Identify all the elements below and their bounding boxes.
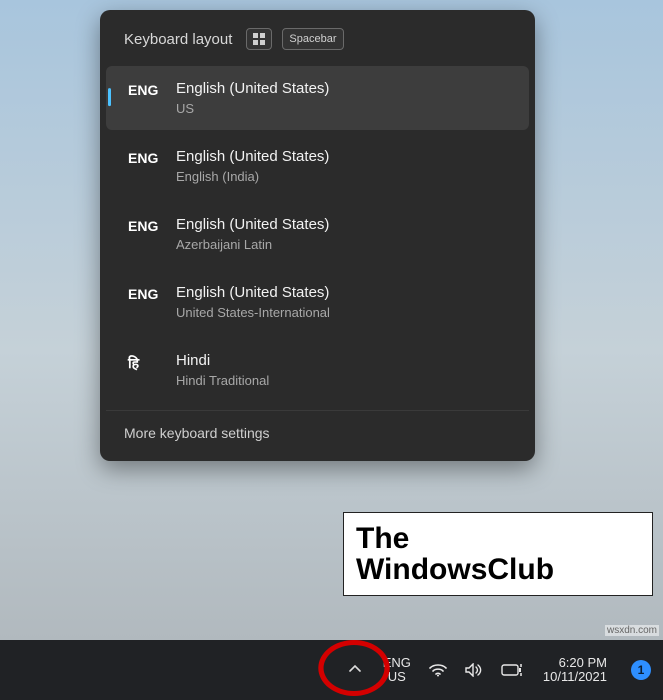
lang-sub: US — [176, 101, 329, 116]
watermark-line1: The — [356, 523, 640, 555]
battery-charging-icon[interactable] — [499, 660, 525, 680]
lang-text: English (United States) English (India) — [176, 148, 329, 184]
keyboard-layout-flyout: Keyboard layout Spacebar ENG English (Un… — [100, 10, 535, 461]
lang-code: ENG — [116, 284, 176, 302]
lang-sub: Azerbaijani Latin — [176, 237, 329, 252]
lang-text: English (United States) United States-In… — [176, 284, 330, 320]
lang-sub: English (India) — [176, 169, 329, 184]
layout-item-us[interactable]: ENG English (United States) US — [106, 66, 529, 130]
layout-item-english-india[interactable]: ENG English (United States) English (Ind… — [106, 134, 529, 198]
attribution-text: wsxdn.com — [605, 625, 659, 636]
layout-item-hindi[interactable]: हि Hindi Hindi Traditional — [106, 338, 529, 402]
layout-item-us-international[interactable]: ENG English (United States) United State… — [106, 270, 529, 334]
layout-item-azerbaijani[interactable]: ENG English (United States) Azerbaijani … — [106, 202, 529, 266]
tray-lang-sub: US — [388, 670, 406, 684]
lang-sub: United States-International — [176, 305, 330, 320]
lang-text: Hindi Hindi Traditional — [176, 352, 269, 388]
lang-code: हि — [116, 352, 176, 373]
tray-lang-code: ENG — [383, 656, 411, 670]
taskbar: ENG US — [0, 640, 663, 700]
lang-code: ENG — [116, 148, 176, 166]
system-tray: ENG US — [343, 640, 657, 700]
tray-overflow-chevron-icon[interactable] — [343, 657, 367, 684]
watermark-line2: WindowsClub — [356, 554, 640, 586]
lang-text: English (United States) US — [176, 80, 329, 116]
flyout-header: Keyboard layout Spacebar — [106, 28, 529, 66]
lang-text: English (United States) Azerbaijani Lati… — [176, 216, 329, 252]
tray-language-indicator[interactable]: ENG US — [381, 652, 413, 687]
lang-name: English (United States) — [176, 80, 329, 97]
volume-icon[interactable] — [463, 659, 485, 681]
spacebar-key-label: Spacebar — [282, 28, 343, 50]
lang-name: English (United States) — [176, 216, 329, 233]
more-keyboard-settings-link[interactable]: More keyboard settings — [106, 410, 529, 455]
lang-sub: Hindi Traditional — [176, 373, 269, 388]
lang-name: English (United States) — [176, 148, 329, 165]
tray-date: 10/11/2021 — [543, 670, 607, 684]
lang-name: Hindi — [176, 352, 269, 369]
lang-name: English (United States) — [176, 284, 330, 301]
watermark-logo: The WindowsClub — [343, 512, 653, 596]
flyout-title: Keyboard layout — [124, 31, 232, 48]
layout-list: ENG English (United States) US ENG Engli… — [106, 66, 529, 410]
win-key-icon — [246, 28, 272, 50]
lang-code: ENG — [116, 216, 176, 234]
tray-clock[interactable]: 6:20 PM 10/11/2021 — [539, 654, 611, 687]
notification-badge[interactable]: 1 — [631, 660, 651, 680]
lang-code: ENG — [116, 80, 176, 98]
wifi-icon[interactable] — [427, 659, 449, 681]
tray-time: 6:20 PM — [559, 656, 607, 670]
desktop-background: Keyboard layout Spacebar ENG English (Un… — [0, 0, 663, 700]
